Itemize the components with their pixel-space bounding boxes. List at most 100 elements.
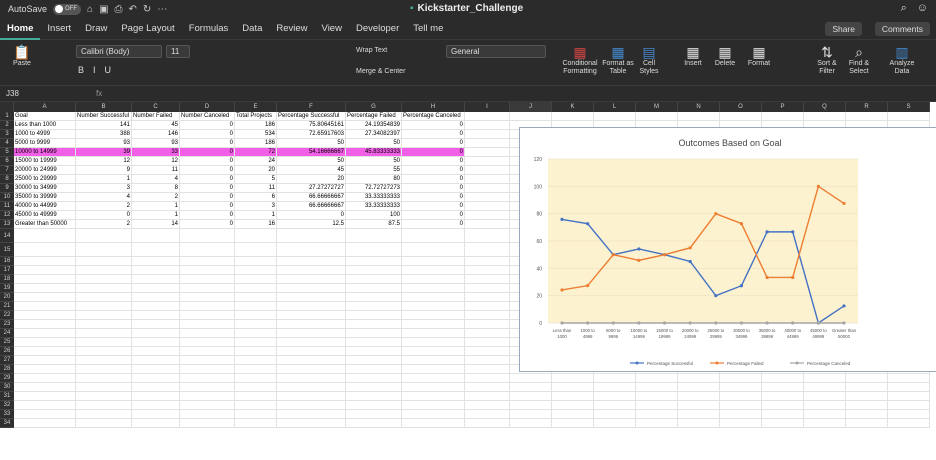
empty-cell[interactable] — [762, 401, 804, 410]
empty-cell[interactable] — [76, 356, 132, 365]
empty-cell[interactable] — [346, 229, 402, 243]
empty-cell[interactable] — [235, 266, 277, 275]
empty-cell[interactable] — [846, 374, 888, 383]
empty-cell[interactable] — [132, 356, 180, 365]
row-header-11[interactable]: 11 — [0, 202, 14, 211]
table-cell[interactable]: 0 — [402, 157, 465, 166]
empty-cell[interactable] — [132, 338, 180, 347]
table-cell[interactable]: 54.16666667 — [277, 148, 346, 157]
empty-cell[interactable] — [346, 311, 402, 320]
wrap-text-button[interactable]: Wrap Text — [356, 47, 426, 55]
empty-cell[interactable] — [846, 112, 888, 121]
table-cell[interactable]: 5000 to 9999 — [14, 139, 76, 148]
empty-cell[interactable] — [888, 112, 930, 121]
empty-cell[interactable] — [180, 338, 235, 347]
row-header-12[interactable]: 12 — [0, 211, 14, 220]
empty-cell[interactable] — [510, 392, 552, 401]
empty-cell[interactable] — [235, 392, 277, 401]
table-cell[interactable]: 45000 to 49999 — [14, 211, 76, 220]
empty-cell[interactable] — [277, 293, 346, 302]
paste-button[interactable]: 📋 Paste — [8, 44, 36, 68]
empty-cell[interactable] — [346, 338, 402, 347]
empty-cell[interactable] — [14, 266, 76, 275]
table-cell[interactable]: 11 — [132, 166, 180, 175]
table-cell[interactable]: 15000 to 19999 — [14, 157, 76, 166]
empty-cell[interactable] — [76, 419, 132, 428]
empty-cell[interactable] — [277, 356, 346, 365]
row-header-4[interactable]: 4 — [0, 139, 14, 148]
empty-cell[interactable] — [180, 284, 235, 293]
empty-cell[interactable] — [762, 112, 804, 121]
table-cell[interactable]: 30000 to 34999 — [14, 184, 76, 193]
empty-cell[interactable] — [594, 112, 636, 121]
table-cell[interactable]: 3 — [76, 184, 132, 193]
empty-cell[interactable] — [888, 383, 930, 392]
empty-cell[interactable] — [402, 243, 465, 257]
line-chart[interactable]: Outcomes Based on Goal 0 20 40 60 80 100 120 Les… — [519, 127, 936, 372]
empty-cell[interactable] — [277, 383, 346, 392]
empty-cell[interactable] — [678, 383, 720, 392]
empty-cell[interactable] — [76, 392, 132, 401]
redo-icon[interactable]: ↻ — [143, 4, 151, 15]
table-cell[interactable]: 1 — [132, 211, 180, 220]
empty-cell[interactable] — [465, 374, 510, 383]
empty-cell[interactable] — [402, 257, 465, 266]
row-header-27[interactable]: 27 — [0, 356, 14, 365]
empty-cell[interactable] — [277, 243, 346, 257]
empty-cell[interactable] — [180, 293, 235, 302]
empty-cell[interactable] — [14, 320, 76, 329]
column-header-E[interactable]: E — [235, 102, 277, 112]
empty-cell[interactable] — [235, 320, 277, 329]
table-cell[interactable]: 20 — [235, 166, 277, 175]
row-header-16[interactable]: 16 — [0, 257, 14, 266]
empty-cell[interactable] — [76, 243, 132, 257]
empty-cell[interactable] — [510, 374, 552, 383]
empty-cell[interactable] — [552, 374, 594, 383]
table-cell[interactable]: 12 — [76, 157, 132, 166]
empty-cell[interactable] — [14, 401, 76, 410]
empty-cell[interactable] — [14, 365, 76, 374]
empty-cell[interactable] — [235, 338, 277, 347]
tab-data[interactable]: Data — [235, 18, 269, 40]
empty-cell[interactable] — [14, 374, 76, 383]
empty-cell[interactable] — [346, 392, 402, 401]
empty-cell[interactable] — [235, 293, 277, 302]
tab-developer[interactable]: Developer — [349, 18, 406, 40]
empty-cell[interactable] — [594, 374, 636, 383]
table-cell[interactable]: 72.72727273 — [346, 184, 402, 193]
table-cell[interactable]: 0 — [402, 148, 465, 157]
row-header-33[interactable]: 33 — [0, 410, 14, 419]
empty-cell[interactable] — [402, 320, 465, 329]
row-header-25[interactable]: 25 — [0, 338, 14, 347]
empty-cell[interactable] — [636, 401, 678, 410]
empty-cell[interactable] — [14, 419, 76, 428]
table-cell[interactable]: 3 — [235, 202, 277, 211]
empty-cell[interactable] — [346, 356, 402, 365]
empty-cell[interactable] — [14, 302, 76, 311]
tab-formulas[interactable]: Formulas — [182, 18, 236, 40]
empty-cell[interactable] — [132, 243, 180, 257]
empty-cell[interactable] — [76, 383, 132, 392]
empty-cell[interactable] — [888, 401, 930, 410]
empty-cell[interactable] — [14, 410, 76, 419]
column-header-L[interactable]: L — [594, 102, 636, 112]
empty-cell[interactable] — [180, 374, 235, 383]
empty-cell[interactable] — [762, 419, 804, 428]
empty-cell[interactable] — [465, 139, 510, 148]
empty-cell[interactable] — [76, 311, 132, 320]
table-cell[interactable]: 50 — [346, 157, 402, 166]
empty-cell[interactable] — [465, 347, 510, 356]
search-icon[interactable]: ⌕ — [901, 2, 907, 15]
table-cell[interactable]: 40000 to 44999 — [14, 202, 76, 211]
empty-cell[interactable] — [14, 229, 76, 243]
table-cell[interactable]: 45.83333333 — [346, 148, 402, 157]
insert-cells-button[interactable]: ▦ Insert — [678, 44, 708, 68]
table-cell[interactable]: 8 — [132, 184, 180, 193]
empty-cell[interactable] — [132, 284, 180, 293]
table-cell[interactable]: 0 — [180, 184, 235, 193]
table-cell[interactable]: 24 — [235, 157, 277, 166]
empty-cell[interactable] — [762, 392, 804, 401]
empty-cell[interactable] — [762, 410, 804, 419]
empty-cell[interactable] — [132, 374, 180, 383]
column-header-Q[interactable]: Q — [804, 102, 846, 112]
